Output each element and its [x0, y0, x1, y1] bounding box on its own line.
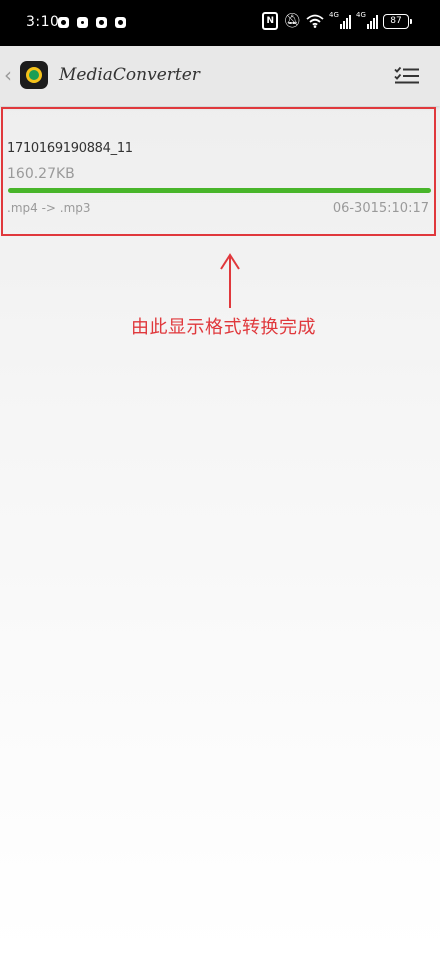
task-file-name: 1710169190884_11: [7, 141, 133, 156]
chevron-left-icon[interactable]: ‹: [4, 64, 12, 86]
app-logo-icon: [20, 61, 48, 89]
signal-label: 4G: [356, 11, 366, 19]
task-file-size: 160.27KB: [7, 166, 75, 182]
checklist-icon[interactable]: [394, 66, 420, 86]
cell-signal-icon: 4G: [329, 11, 351, 29]
task-timestamp: 06-3015:10:17: [332, 201, 429, 216]
status-time: 3:10: [26, 14, 60, 30]
notification-icons: [58, 17, 126, 28]
battery-level: 87: [383, 13, 409, 29]
annotation-text: 由此显示格式转换完成: [131, 317, 316, 338]
battery-icon: 87: [383, 13, 412, 29]
task-progress-fill: [8, 188, 431, 193]
app-bar: ‹ MediaConverter: [0, 46, 440, 106]
notification-icon: [96, 17, 107, 28]
notification-icon: [115, 17, 126, 28]
task-format: .mp4 -> .mp3: [7, 201, 91, 215]
nfc-icon: N: [262, 12, 279, 30]
task-progress-bar: [8, 188, 431, 193]
notification-icon: [58, 17, 69, 28]
status-bar: 3:10 N 🔕︎ 4G 4G 87: [0, 0, 440, 46]
system-icons: N 🔕︎ 4G 4G 87: [262, 11, 412, 30]
wifi-icon: [306, 14, 324, 28]
bell-muted-icon: 🔕︎: [283, 13, 301, 29]
annotation-arrow: [220, 253, 240, 308]
conversion-task-item[interactable]: 1710169190884_11 160.27KB .mp4 -> .mp3 0…: [1, 107, 436, 236]
signal-label: 4G: [329, 11, 339, 19]
cell-signal-icon: 4G: [356, 11, 378, 29]
app-title: MediaConverter: [59, 65, 200, 85]
notification-icon: [77, 17, 88, 28]
